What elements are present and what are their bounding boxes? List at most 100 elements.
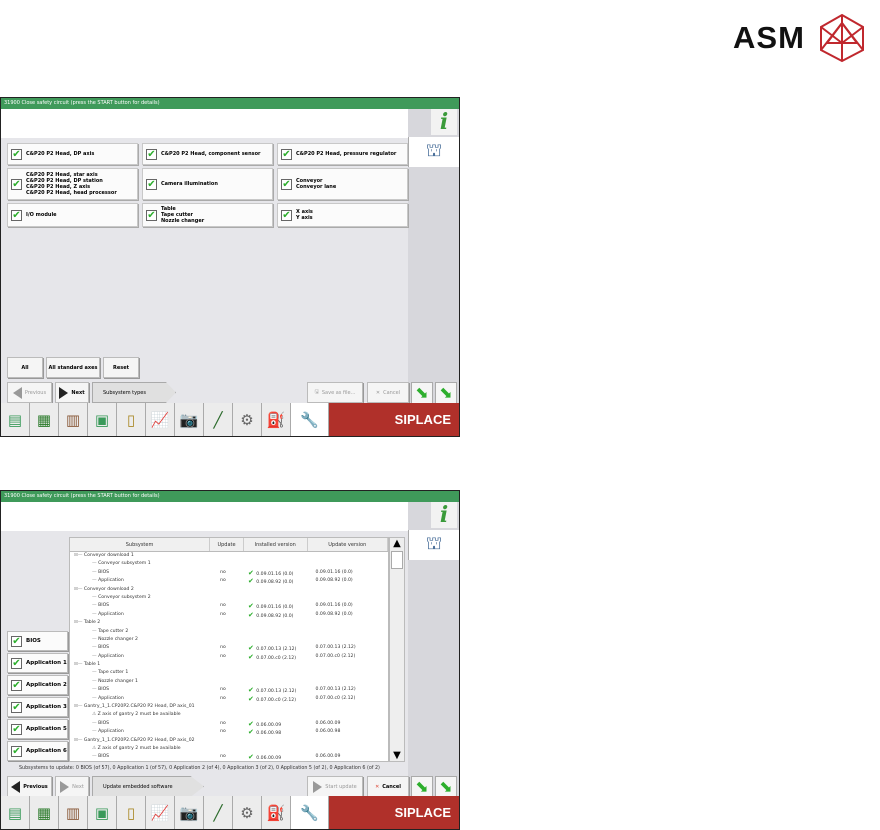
checkbox-checked-icon[interactable]: ✔ [11, 148, 22, 160]
toolbar-button-chart[interactable]: 📈 [146, 796, 175, 829]
filter-button-application-6[interactable]: ✔ Application 6 [7, 741, 68, 761]
table-row[interactable]: — Application no ✔ 0.07.00.c0 (2.12) 0.07.0… [70, 695, 388, 703]
table-row[interactable]: — BIOS no ✔ 0.09.01.16 (0.0) 0.09.01.16 (0.… [70, 569, 388, 577]
table-row[interactable]: ⚠ Z axis of gantry 2 must be available [70, 711, 388, 719]
toolbar-button-grid[interactable]: ▦ [30, 796, 59, 829]
next-button[interactable]: Next [55, 776, 89, 797]
reset-button[interactable]: Reset [103, 357, 139, 378]
toolbar-button-feeder[interactable]: ▯ [117, 403, 146, 436]
table-row[interactable]: ⊟— Gantry_1_1.CP20P2.C&P20 P2 Head, DP a… [70, 737, 388, 745]
toolbar-button-chart[interactable]: 📈 [146, 403, 175, 436]
table-row[interactable]: — BIOS no ✔ 0.09.01.16 (0.0) 0.09.01.16 (0.… [70, 602, 388, 610]
minimize-arrow-button[interactable]: ⬊ [411, 382, 433, 404]
checkbox-checked-icon[interactable]: ✔ [146, 148, 157, 160]
toolbar-button-hand-gear[interactable]: ⚙ [233, 796, 262, 829]
tree-expander-icon[interactable]: ⊟— [74, 587, 84, 592]
table-row[interactable]: — BIOS no ✔ 0.06.00.09 0.06.00.09 [70, 753, 388, 761]
cancel-button[interactable]: ✕ Cancel [367, 776, 409, 797]
tree-expander-icon[interactable]: ⊟— [74, 662, 84, 667]
scrollbar[interactable]: ▲ ▼ [389, 537, 405, 762]
info-button[interactable]: i [431, 502, 457, 528]
checkbox-checked-icon[interactable]: ✔ [11, 635, 22, 647]
subsystem-tile[interactable]: ✔ Camera illumination [142, 168, 273, 200]
info-button[interactable]: i [431, 109, 457, 135]
tree-expander-icon[interactable]: ⊟— [74, 553, 84, 558]
toolbar-button-pipette[interactable]: ╱ [204, 796, 233, 829]
subsystem-tile[interactable]: ✔ C&P20 P2 Head, DP axis [7, 143, 138, 165]
toolbar-button-grid[interactable]: ▦ [30, 403, 59, 436]
checkbox-checked-icon[interactable]: ✔ [11, 178, 22, 190]
scroll-thumb[interactable] [391, 551, 403, 569]
table-row[interactable]: — Conveyor subsystem 1 [70, 560, 388, 568]
toolbar-button-board[interactable]: ▣ [88, 403, 117, 436]
all-button[interactable]: All [7, 357, 43, 378]
toolbar-button-pipette[interactable]: ╱ [204, 403, 233, 436]
table-row[interactable]: ⊟— Table 1 [70, 661, 388, 669]
tree-expander-icon[interactable]: ⊟— [74, 738, 84, 743]
toolbar-button-feeder[interactable]: ▯ [117, 796, 146, 829]
machine-tab[interactable]: ⛫ [408, 137, 459, 167]
toolbar-button-camera[interactable]: 📷 [175, 796, 204, 829]
subsystem-tile[interactable]: ✔ Table Tape cutter Nozzle changer [142, 203, 273, 227]
col-update-version[interactable]: Update version [308, 538, 388, 551]
checkbox-checked-icon[interactable]: ✔ [146, 178, 157, 190]
toolbar-button-stack[interactable]: ▤ [1, 796, 30, 829]
checkbox-checked-icon[interactable]: ✔ [146, 209, 157, 221]
toolbar-button-bar-grid[interactable]: ▥ [59, 403, 88, 436]
col-update[interactable]: Update [210, 538, 244, 551]
minimize-arrow-button[interactable]: ⬊ [411, 776, 433, 798]
toolbar-button-wrench[interactable]: 🔧 [291, 796, 329, 829]
all-standard-axes-button[interactable]: All standard axes [46, 357, 100, 378]
table-row[interactable]: — BIOS no ✔ 0.07.00.13 (2.12) 0.07.00.13 (2… [70, 686, 388, 694]
checkbox-checked-icon[interactable]: ✔ [11, 723, 22, 735]
previous-button[interactable]: Previous [7, 382, 52, 403]
tree-expander-icon[interactable]: ⊟— [74, 620, 84, 625]
minimize-all-arrow-button[interactable]: ⬊ [435, 776, 457, 798]
checkbox-checked-icon[interactable]: ✔ [281, 178, 292, 190]
next-button[interactable]: Next [55, 382, 89, 403]
table-row[interactable]: — Conveyor subsystem 2 [70, 594, 388, 602]
filter-button-application-2[interactable]: ✔ Application 2 [7, 675, 68, 695]
col-subsystem[interactable]: Subsystem [70, 538, 211, 551]
table-row[interactable]: — Nozzle changer 2 [70, 636, 388, 644]
toolbar-button-hand-gear[interactable]: ⚙ [233, 403, 262, 436]
toolbar-button-stack[interactable]: ▤ [1, 403, 30, 436]
subsystem-tile[interactable]: ✔ I/O module [7, 203, 138, 227]
checkbox-checked-icon[interactable]: ✔ [11, 701, 22, 713]
table-row[interactable]: — Application no ✔ 0.07.00.c0 (2.12) 0.07.0… [70, 653, 388, 661]
subsystem-tile[interactable]: ✔ C&P20 P2 Head, star axis C&P20 P2 Head, … [7, 168, 138, 200]
save-as-file-button[interactable]: 🖫 Save as file... [307, 382, 363, 403]
table-row[interactable]: ⊟— Conveyor download 2 [70, 586, 388, 594]
table-row[interactable]: ⚠ Z axis of gantry 2 must be available [70, 745, 388, 753]
toolbar-button-camera[interactable]: 📷 [175, 403, 204, 436]
machine-tab[interactable]: ⛫ [408, 530, 459, 560]
checkbox-checked-icon[interactable]: ✔ [11, 679, 22, 691]
subsystem-tile[interactable]: ✔ C&P20 P2 Head, pressure regulator [277, 143, 408, 165]
table-row[interactable]: ⊟— Gantry_1_1.CP20P2.C&P20 P2 Head, DP a… [70, 703, 388, 711]
table-row[interactable]: — Application no ✔ 0.09.08.92 (0.0) 0.09.08… [70, 577, 388, 585]
filter-button-application-3[interactable]: ✔ Application 3 [7, 697, 68, 717]
toolbar-button-wrench[interactable]: 🔧 [291, 403, 329, 436]
table-row[interactable]: — Nozzle changer 1 [70, 678, 388, 686]
table-row[interactable]: — Tape cutter 2 [70, 628, 388, 636]
filter-button-application-1[interactable]: ✔ Application 1 [7, 653, 68, 673]
filter-button-bios[interactable]: ✔ BIOS [7, 631, 68, 651]
scroll-down-icon[interactable]: ▼ [390, 750, 404, 761]
tree-expander-icon[interactable]: ⊟— [74, 704, 84, 709]
toolbar-button-oil-can[interactable]: ⛽ [262, 403, 291, 436]
table-row[interactable]: — BIOS no ✔ 0.06.00.09 0.06.00.09 [70, 720, 388, 728]
table-row[interactable]: — Application no ✔ 0.09.08.92 (0.0) 0.09.08… [70, 611, 388, 619]
col-installed[interactable]: Installed version [244, 538, 308, 551]
checkbox-checked-icon[interactable]: ✔ [11, 657, 22, 669]
table-row[interactable]: ⊟— Table 2 [70, 619, 388, 627]
cancel-button[interactable]: ✕ Cancel [367, 382, 409, 403]
table-row[interactable]: ⊟— Conveyor download 1 [70, 552, 388, 560]
previous-button[interactable]: Previous [7, 776, 52, 797]
minimize-all-arrow-button[interactable]: ⬊ [435, 382, 457, 404]
table-row[interactable]: — Application no ✔ 0.06.00.98 0.06.00.98 [70, 728, 388, 736]
checkbox-checked-icon[interactable]: ✔ [11, 209, 22, 221]
checkbox-checked-icon[interactable]: ✔ [11, 745, 22, 757]
toolbar-button-board[interactable]: ▣ [88, 796, 117, 829]
table-row[interactable]: — Tape cutter 1 [70, 669, 388, 677]
subsystem-tile[interactable]: ✔ X axis Y axis [277, 203, 408, 227]
